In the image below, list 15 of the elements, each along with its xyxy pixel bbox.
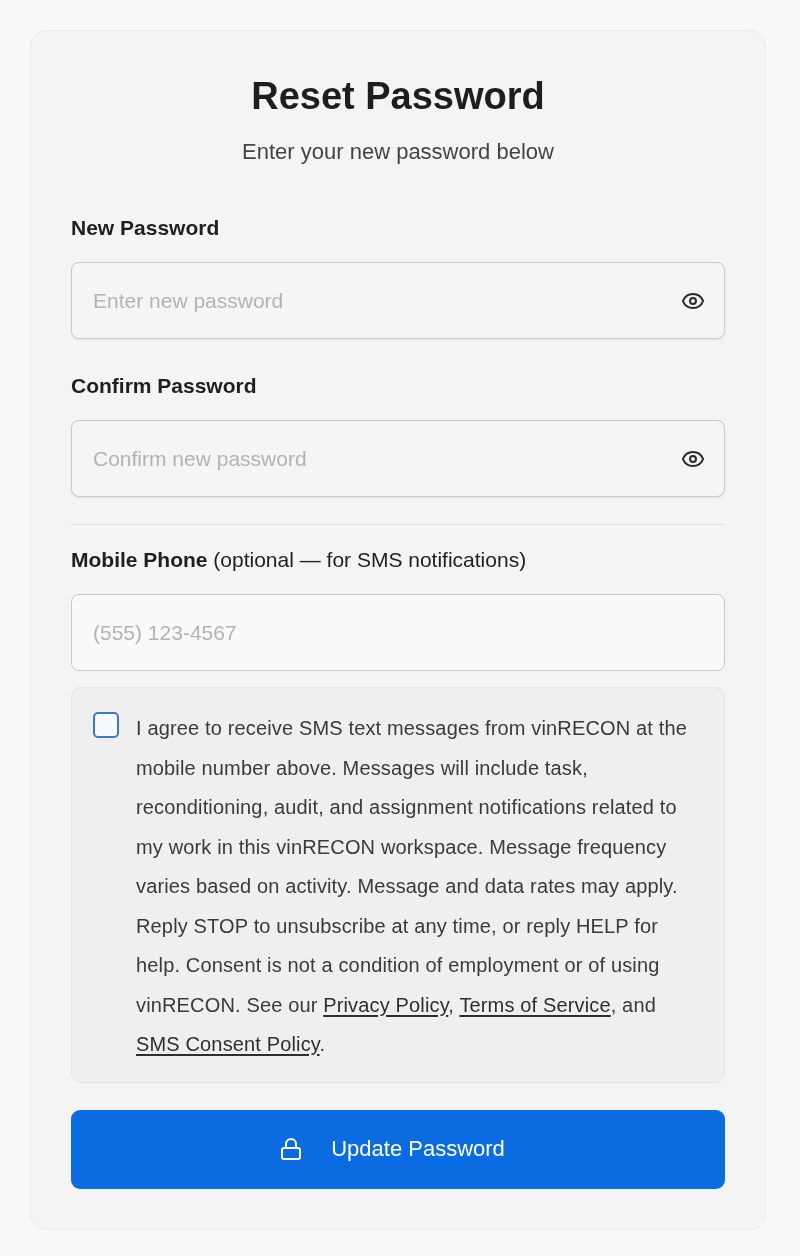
page-title: Reset Password: [251, 74, 545, 119]
lock-icon: [279, 1137, 304, 1161]
page-subtitle: Enter your new password below: [242, 138, 554, 166]
field-label: New Password: [71, 215, 220, 241]
phone-field[interactable]: (555) 123-4567: [71, 594, 725, 671]
inline-link[interactable]: Privacy Policy: [323, 993, 449, 1016]
checkbox[interactable]: [93, 712, 119, 738]
consent-text: I agree to receive SMS text messages from vinRECON at the mobile number above. Messages will include task, reconditioning, audit, and assignment notifications related to my work in this vinRECON workspace. Message frequency varies based on activity. Message and data rates may apply. Reply STOP to unsubscribe at any time, or reply HELP for help. Consent is not a condition of employment or of using vinRECON. See our Privacy Policy, Terms of Service, and SMS Consent Policy.: [136, 716, 688, 1057]
password-field[interactable]: Confirm new password: [71, 420, 725, 497]
inline-link[interactable]: SMS Consent Policy: [136, 1033, 320, 1055]
field-label: Confirm Password: [71, 373, 257, 399]
inline-link[interactable]: Terms of Service: [459, 993, 611, 1016]
password-field[interactable]: Enter new password: [71, 262, 725, 339]
field-label: Mobile Phone (optional — for SMS notifications): [71, 547, 527, 573]
update-password-button[interactable]: Update Password: [71, 1109, 725, 1189]
